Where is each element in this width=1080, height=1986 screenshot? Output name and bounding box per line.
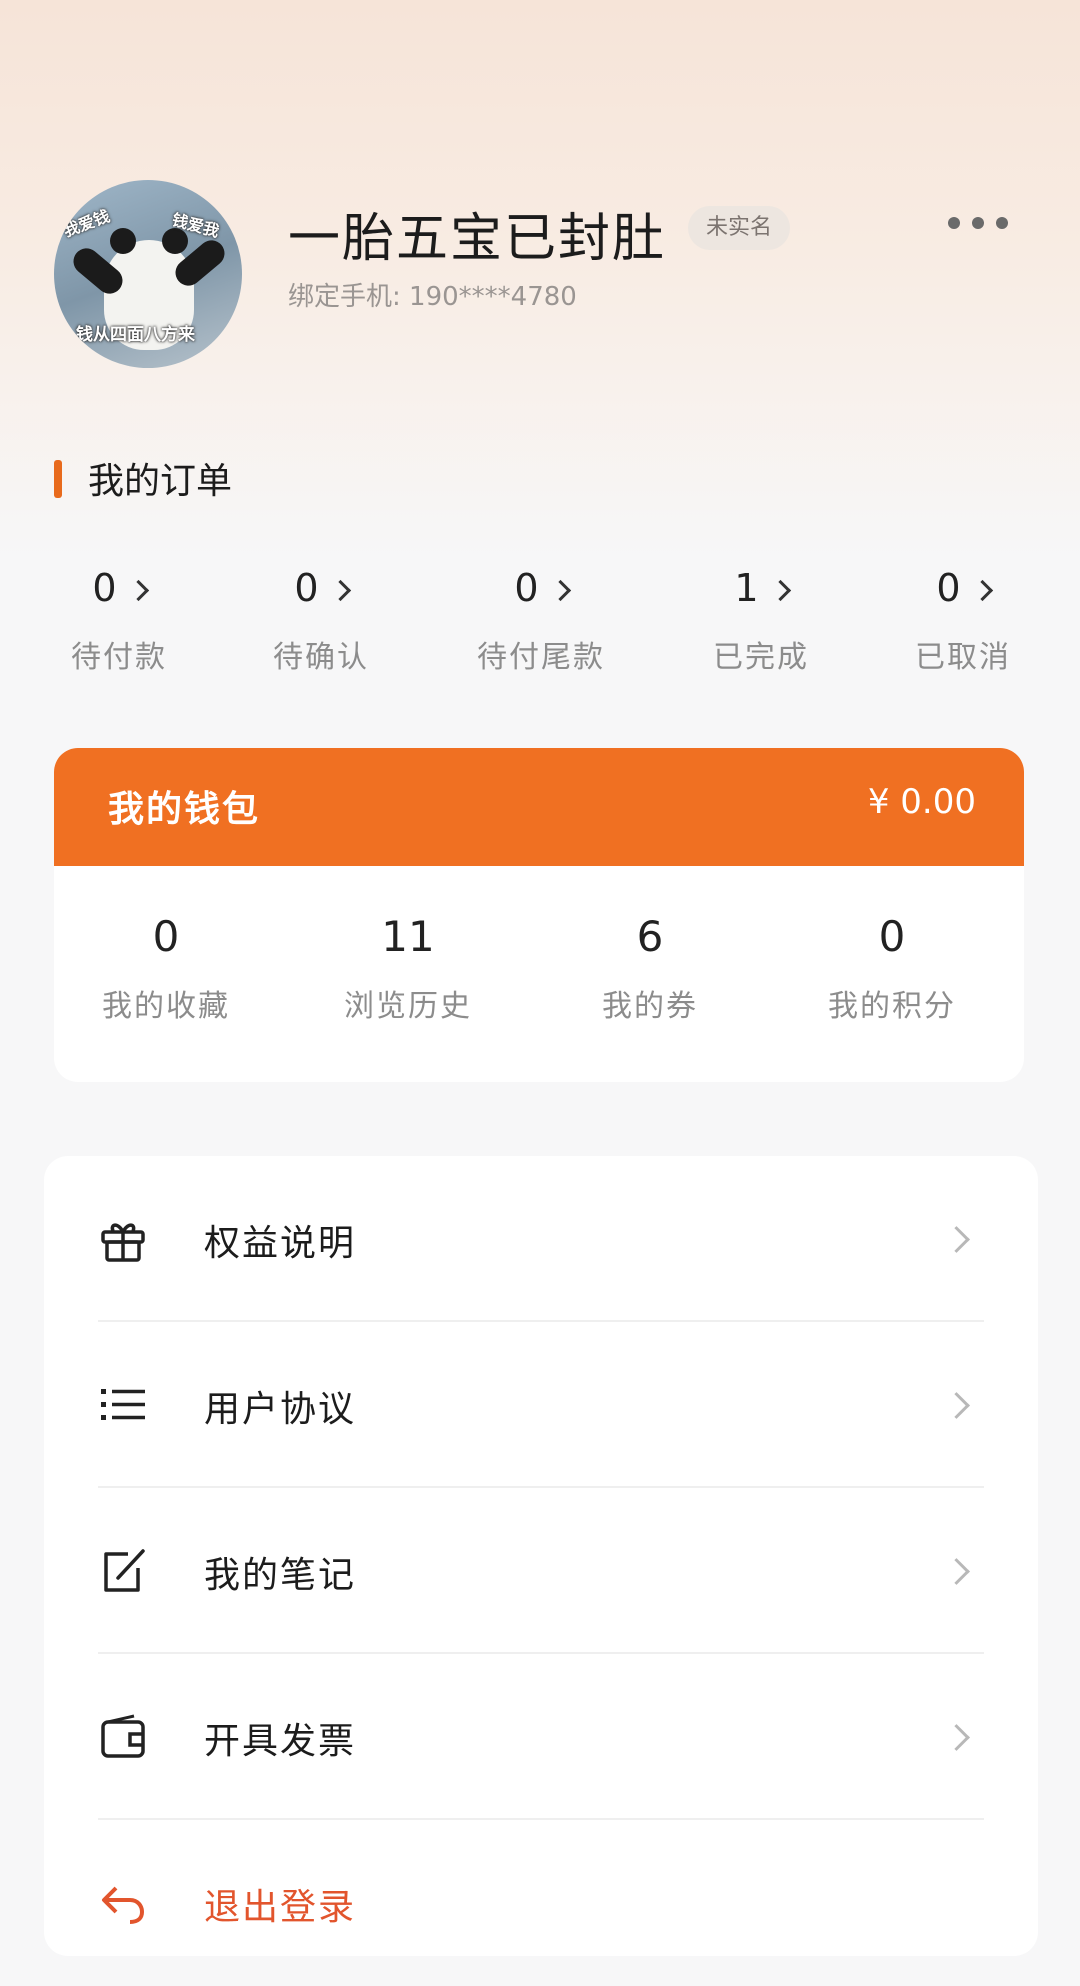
stat-label: 我的收藏 [102, 989, 230, 1024]
chevron-right-icon [943, 1392, 970, 1419]
chevron-right-icon [329, 579, 351, 602]
order-count: 0 [34, 562, 204, 614]
wallet-icon [101, 1714, 145, 1758]
avatar[interactable]: 我爱钱 钱爱我 钱从四面八方来 [54, 180, 242, 368]
chevron-right-icon [943, 1558, 970, 1585]
wallet-header[interactable]: 我的钱包 ¥ 0.00 [54, 748, 1024, 866]
stat-label: 浏览历史 [344, 989, 472, 1024]
order-status-label: 已取消 [915, 640, 1011, 675]
avatar-caption: 钱从四面八方来 [76, 325, 195, 345]
section-accent-bar [54, 460, 62, 498]
edit-note-icon [104, 1549, 145, 1592]
order-count: 0 [236, 562, 406, 614]
order-count: 0 [456, 562, 626, 614]
wallet-card: 我的钱包 ¥ 0.00 0 我的收藏 11 浏览历史 6 我的券 0 我的积分 [54, 748, 1024, 1082]
menu-card: 权益说明 用户协议 我的笔记 开具发票 退出登录 [44, 1156, 1038, 1956]
menu-item-label: 权益说明 [204, 1223, 357, 1264]
order-status-label: 待付款 [71, 640, 167, 675]
orders-section-title: 我的订单 [88, 461, 233, 502]
order-status-pending-confirm[interactable]: 0 待确认 [236, 562, 406, 676]
dot [996, 217, 1008, 229]
chevron-right-icon [971, 579, 993, 602]
chevron-right-icon [769, 579, 791, 602]
dot [948, 217, 960, 229]
order-status-pending-payment[interactable]: 0 待付款 [34, 562, 204, 676]
wallet-title: 我的钱包 [108, 789, 261, 830]
stat-label: 我的券 [602, 989, 698, 1024]
chevron-right-icon [549, 579, 571, 602]
list-icon [101, 1389, 145, 1420]
order-status-completed[interactable]: 1 已完成 [676, 562, 846, 676]
menu-item-label: 用户协议 [204, 1389, 357, 1430]
chevron-right-icon [127, 579, 149, 602]
menu-item-label: 我的笔记 [204, 1555, 357, 1596]
stat-value: 6 [636, 912, 664, 961]
order-status-cancelled[interactable]: 0 已取消 [878, 562, 1048, 676]
stat-history[interactable]: 11 浏览历史 [298, 912, 518, 1025]
stat-label: 我的积分 [828, 989, 956, 1024]
stat-coupons[interactable]: 6 我的券 [540, 912, 760, 1025]
order-status-pending-balance[interactable]: 0 待付尾款 [456, 562, 626, 676]
order-status-label: 待付尾款 [477, 640, 605, 675]
order-count: 0 [878, 562, 1048, 614]
menu-item-invoice[interactable]: 开具发票 [98, 1654, 984, 1820]
stat-favorites[interactable]: 0 我的收藏 [56, 912, 276, 1025]
menu-item-my-notes[interactable]: 我的笔记 [98, 1488, 984, 1654]
wallet-balance: ¥ 0.00 [867, 782, 976, 822]
menu-item-benefits[interactable]: 权益说明 [98, 1156, 984, 1322]
bound-phone: 绑定手机: 190****4780 [288, 282, 577, 312]
menu-item-label: 退出登录 [204, 1887, 357, 1928]
gift-icon [101, 1223, 145, 1262]
more-dots-icon[interactable] [948, 208, 1008, 238]
stat-value: 0 [152, 912, 180, 961]
chevron-right-icon [943, 1724, 970, 1751]
avatar-panda-ear [110, 228, 136, 254]
stat-value: 0 [878, 912, 906, 961]
logout-icon [102, 1886, 145, 1924]
stat-points[interactable]: 0 我的积分 [782, 912, 1002, 1025]
chevron-right-icon [943, 1226, 970, 1253]
stat-value: 11 [381, 912, 435, 961]
order-status-label: 已完成 [713, 640, 809, 675]
menu-item-user-agreement[interactable]: 用户协议 [98, 1322, 984, 1488]
dot [972, 217, 984, 229]
order-count: 1 [676, 562, 846, 614]
menu-item-logout[interactable]: 退出登录 [98, 1820, 984, 1986]
menu-item-label: 开具发票 [204, 1721, 357, 1762]
username: 一胎五宝已封肚 [288, 209, 667, 269]
order-status-label: 待确认 [273, 640, 369, 675]
verify-status-badge[interactable]: 未实名 [688, 206, 791, 250]
